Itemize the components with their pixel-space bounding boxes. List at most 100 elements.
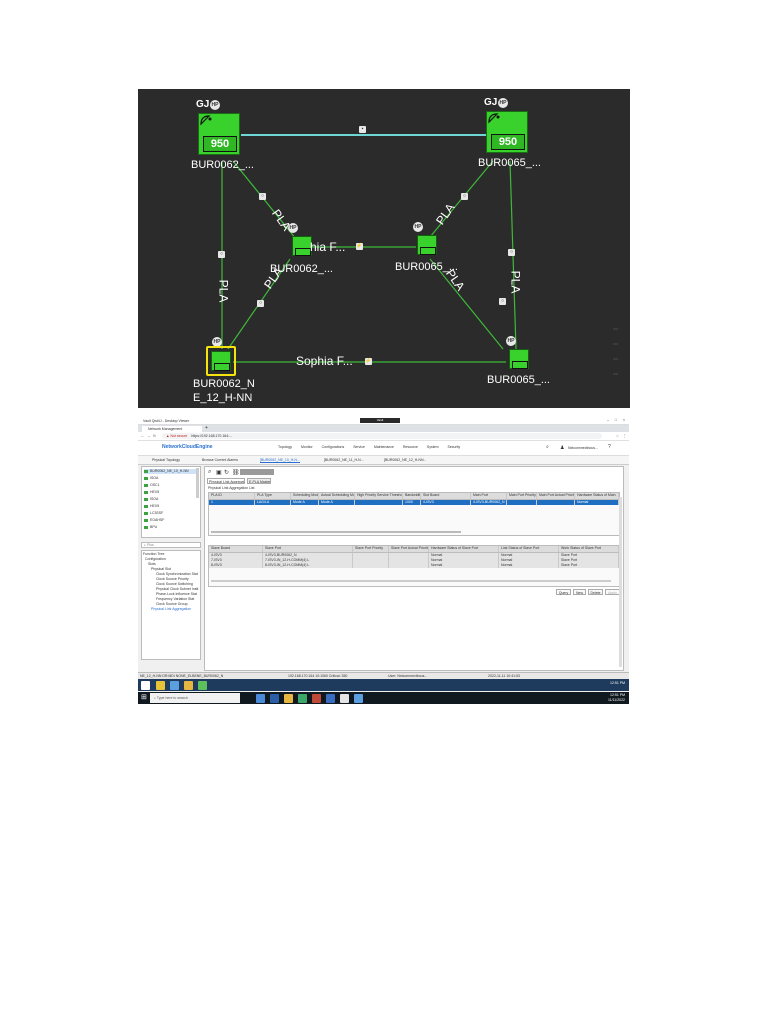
help-icon[interactable]: ? (608, 444, 611, 450)
topology-canvas[interactable]: ▪ ○ ○ ○ ⚡ ○ ○ ○ ⚡ PLA PLA PLA PLA PLA PL… (138, 89, 630, 408)
save-icon[interactable]: ▣ (216, 469, 222, 476)
table-row[interactable]: 8-ISV3 8-ISV3-IN_12-H-COMM(4) L Normal N… (209, 563, 619, 568)
col-header[interactable]: Main Port Priority (507, 493, 537, 499)
col-header[interactable]: PLA ID (209, 493, 255, 499)
col-header[interactable]: Main Port (471, 493, 507, 499)
node-device-bur0062-mid[interactable] (292, 236, 312, 256)
node-device-bur0065-top[interactable]: 950 (486, 111, 528, 153)
forward-icon[interactable]: → (147, 434, 151, 438)
remote-desktop-icon[interactable] (354, 694, 363, 703)
tab-browse-alarms[interactable]: Browse Current Alarms (202, 458, 238, 462)
chrome-icon[interactable] (340, 694, 349, 703)
tree-item[interactable]: HEX5 (144, 504, 159, 509)
col-header[interactable]: PLA Type (255, 493, 291, 499)
col-header[interactable]: Hardware Status of Main (575, 493, 619, 499)
scrollbar[interactable] (196, 468, 199, 498)
nav-configurations[interactable]: Configurations (322, 445, 345, 449)
col-header[interactable]: Main Port Actual Priority (537, 493, 575, 499)
link-connector-icon[interactable]: ○ (508, 249, 515, 256)
col-header[interactable]: Slave Port Actual Priority (389, 546, 429, 552)
horizontal-scrollbar[interactable] (211, 531, 461, 533)
node-device-bur0062-bottom[interactable] (211, 351, 231, 371)
col-header[interactable]: Slave Board (209, 546, 263, 552)
tab-ne-11[interactable]: [BUR0062_NE_11_H-N... (324, 458, 364, 462)
minimize-icon[interactable]: – (607, 418, 609, 422)
link-connector-icon[interactable]: ▪ (359, 126, 366, 133)
tree-item[interactable]: ISOA (144, 497, 158, 502)
tab-epla-master[interactable]: E-PLA Master (247, 478, 271, 484)
node-device-bur0065-mid[interactable] (417, 235, 437, 255)
folder-icon[interactable] (184, 681, 193, 690)
new-tab-icon[interactable]: + (205, 425, 208, 431)
link-connector-icon[interactable]: ○ (259, 193, 266, 200)
apply-button[interactable]: Apply (605, 589, 620, 595)
url-input[interactable]: ▲ Not secure https://192.168.170.164:... (162, 433, 602, 439)
col-header[interactable]: Link Status of Slave Port (499, 546, 559, 552)
col-header[interactable]: Scheduling Mode (291, 493, 319, 499)
tab-ne-10[interactable]: [BUR0062_NE_10_H-N... (260, 458, 300, 463)
delete-button[interactable]: Delete (588, 589, 603, 595)
link-icon[interactable]: ⛓ (232, 469, 240, 476)
windows-start-icon[interactable]: ⊞ (141, 694, 149, 702)
menu-icon[interactable]: ⋮ (623, 434, 627, 438)
star-icon[interactable]: ☆ (616, 434, 619, 438)
horizontal-scrollbar[interactable] (211, 580, 611, 582)
folder-icon[interactable] (284, 694, 293, 703)
tab-pla[interactable]: Physical Link Aggregation (207, 478, 245, 484)
col-header[interactable]: High Priority Service Threshold (355, 493, 403, 499)
vertical-scrollbar[interactable] (619, 497, 622, 667)
col-header[interactable]: Slave Port Priority (353, 546, 389, 552)
excel-icon[interactable] (298, 694, 307, 703)
link-connector-icon[interactable]: ○ (461, 193, 468, 200)
tree-item[interactable]: BPU (144, 525, 157, 530)
tree-item[interactable]: HEX5 (144, 490, 159, 495)
col-header[interactable]: Hardware Status of Slave Port (429, 546, 499, 552)
vault-toolbar[interactable]: Vault (360, 418, 400, 423)
powerpoint-icon[interactable] (312, 694, 321, 703)
tree-item[interactable]: LC3SSF (144, 511, 163, 516)
col-header[interactable]: Actual Scheduling Mode (319, 493, 355, 499)
tree-item-selected[interactable]: BUR0062_NE_10_H-NN (144, 469, 198, 474)
search-icon[interactable]: ⌕ (546, 444, 549, 450)
user-name[interactable]: Nxtconnnectbous... (568, 446, 608, 450)
refresh-icon[interactable]: ↻ (224, 469, 229, 476)
col-header[interactable]: Slot Board (421, 493, 471, 499)
node-device-bur0062-top[interactable]: 950 (198, 113, 240, 155)
link-connector-icon[interactable]: ⚡ (356, 243, 363, 250)
nav-resource[interactable]: Resource (403, 445, 418, 449)
link-connector-icon[interactable]: ○ (257, 300, 264, 307)
col-header[interactable]: Slave Port (263, 546, 353, 552)
chrome-icon[interactable] (156, 681, 165, 690)
ie-icon[interactable] (170, 681, 179, 690)
new-button[interactable]: New (573, 589, 586, 595)
back-icon[interactable]: ← (141, 434, 145, 438)
tab-physical-topology[interactable]: Physical Topology (152, 458, 180, 462)
nav-monitor[interactable]: Monitor (301, 445, 313, 449)
nav-topology[interactable]: Topology (278, 445, 292, 449)
edge-icon[interactable] (270, 694, 279, 703)
tree-item[interactable]: ISOA (144, 476, 158, 481)
search-icon[interactable]: ⌕ (208, 469, 211, 476)
table-row-selected[interactable]: 1 LAG/LA Mode A Mode A 1000 4-ISV3 4-ISV… (209, 500, 619, 505)
link-connector-icon[interactable]: ○ (218, 251, 225, 258)
tab-ne-12[interactable]: [BUR0062_NE_12_H-NN... (384, 458, 426, 462)
nav-system[interactable]: System (427, 445, 439, 449)
taskbar-search-input[interactable]: ⌕ Type here to search (150, 693, 240, 703)
tree-item[interactable]: EOAHSF (144, 518, 164, 523)
word-icon[interactable] (326, 694, 335, 703)
link-connector-icon[interactable]: ⚡ (365, 358, 372, 365)
function-search-input[interactable]: ⌕ Plus (141, 542, 201, 548)
maximize-icon[interactable]: □ (615, 418, 617, 422)
tree-item[interactable]: OSC1 (144, 483, 160, 488)
reload-icon[interactable]: ↻ (153, 434, 156, 438)
windows-start-icon[interactable] (141, 681, 150, 690)
col-header[interactable]: Bandwidth (403, 493, 421, 499)
col-header[interactable]: Work Status of Slave Port (559, 546, 619, 552)
nav-service[interactable]: Service (353, 445, 365, 449)
tree-node-selected[interactable]: Physical Link Aggregation (151, 607, 191, 612)
node-device-bur0065-bottom[interactable] (509, 349, 529, 369)
user-icon[interactable]: ♟ (560, 445, 564, 451)
task-view-icon[interactable] (256, 694, 265, 703)
app-icon[interactable] (198, 681, 207, 690)
close-icon[interactable]: × (623, 418, 625, 422)
